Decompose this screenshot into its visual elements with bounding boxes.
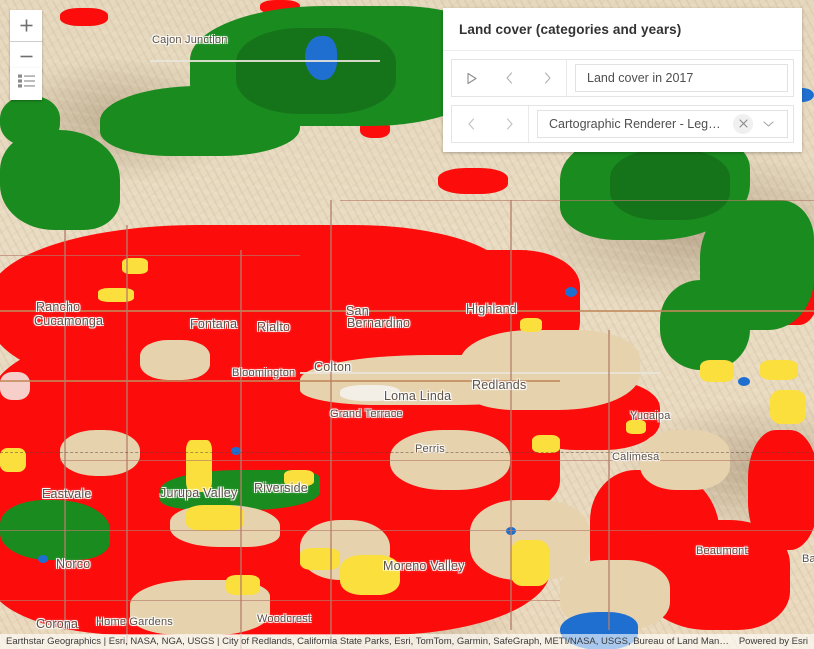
city-label: Cajon Junction bbox=[152, 34, 228, 46]
time-value-text: Land cover in 2017 bbox=[587, 71, 694, 85]
city-label: Eastvale bbox=[42, 487, 92, 501]
map-application: Cajon Junction Rancho Cucamonga Fontana Rial… bbox=[0, 0, 814, 649]
city-label: Riverside bbox=[254, 481, 308, 495]
zoom-controls[interactable] bbox=[10, 10, 42, 72]
city-label: Beaumont bbox=[696, 545, 748, 557]
city-label: Moreno Valley bbox=[383, 559, 465, 573]
chevron-right-icon bbox=[542, 72, 553, 84]
next-time-button[interactable] bbox=[528, 60, 566, 96]
landcover-panel: Land cover (categories and years) Land c… bbox=[443, 8, 802, 152]
city-label: Grand Terrace bbox=[330, 408, 403, 420]
play-icon bbox=[465, 72, 478, 85]
layer-list-button[interactable] bbox=[10, 68, 42, 100]
city-label: Calimesa bbox=[612, 451, 660, 463]
renderer-select-field[interactable]: Cartographic Renderer - Legend an… bbox=[537, 110, 788, 138]
panel-title: Land cover (categories and years) bbox=[459, 22, 682, 37]
play-button[interactable] bbox=[452, 60, 490, 96]
layer-list-icon bbox=[17, 74, 35, 95]
city-label: Rialto bbox=[257, 320, 291, 334]
city-label: Rancho bbox=[36, 300, 81, 314]
attribution-bar: Earthstar Geographics | Esri, NASA, NGA,… bbox=[0, 634, 814, 649]
time-value-field[interactable]: Land cover in 2017 bbox=[575, 64, 788, 92]
city-label: Perris bbox=[415, 443, 445, 455]
city-label: Redlands bbox=[472, 378, 527, 392]
panel-body: Land cover in 2017 Cartographic Renderer… bbox=[443, 51, 802, 152]
time-nav-buttons bbox=[452, 60, 566, 96]
time-slider-row: Land cover in 2017 bbox=[451, 59, 794, 97]
row-divider bbox=[566, 60, 567, 96]
plus-icon bbox=[20, 19, 33, 32]
row-divider bbox=[528, 106, 529, 142]
chevron-left-icon bbox=[504, 72, 515, 84]
zoom-in-button[interactable] bbox=[10, 10, 42, 42]
close-icon bbox=[738, 115, 748, 133]
attribution-sources[interactable]: Earthstar Geographics | Esri, NASA, NGA,… bbox=[6, 636, 729, 647]
powered-by-esri[interactable]: Powered by Esri bbox=[729, 636, 808, 647]
city-label: Cucamonga bbox=[34, 314, 104, 328]
city-label: Banning bbox=[802, 553, 814, 565]
renderer-row: Cartographic Renderer - Legend an… bbox=[451, 105, 794, 143]
city-label: Jurupa Valley bbox=[160, 486, 238, 500]
previous-renderer-button[interactable] bbox=[452, 106, 490, 142]
renderer-nav-buttons bbox=[452, 106, 528, 142]
chevron-down-icon bbox=[762, 115, 774, 133]
city-label: Norco bbox=[56, 557, 91, 571]
city-label: Loma Linda bbox=[384, 389, 452, 403]
city-label: Yucaipa bbox=[630, 410, 671, 422]
city-label: San bbox=[346, 304, 369, 318]
city-label: Fontana bbox=[190, 317, 238, 331]
next-renderer-button[interactable] bbox=[490, 106, 528, 142]
renderer-dropdown-button[interactable] bbox=[757, 113, 779, 135]
previous-time-button[interactable] bbox=[490, 60, 528, 96]
chevron-left-icon bbox=[466, 118, 477, 130]
city-label: Woodcrest bbox=[257, 613, 312, 625]
city-label: Corona bbox=[36, 617, 79, 631]
panel-header: Land cover (categories and years) bbox=[443, 8, 802, 51]
city-label: Colton bbox=[314, 360, 352, 374]
minus-icon bbox=[20, 50, 33, 63]
city-label: Highland bbox=[466, 302, 517, 316]
clear-renderer-button[interactable] bbox=[733, 114, 753, 134]
city-label: Home Gardens bbox=[96, 616, 173, 628]
renderer-value-text: Cartographic Renderer - Legend an… bbox=[549, 117, 727, 131]
chevron-right-icon bbox=[504, 118, 515, 130]
city-label: Bernardino bbox=[347, 316, 411, 330]
city-label: Bloomington bbox=[232, 367, 296, 379]
